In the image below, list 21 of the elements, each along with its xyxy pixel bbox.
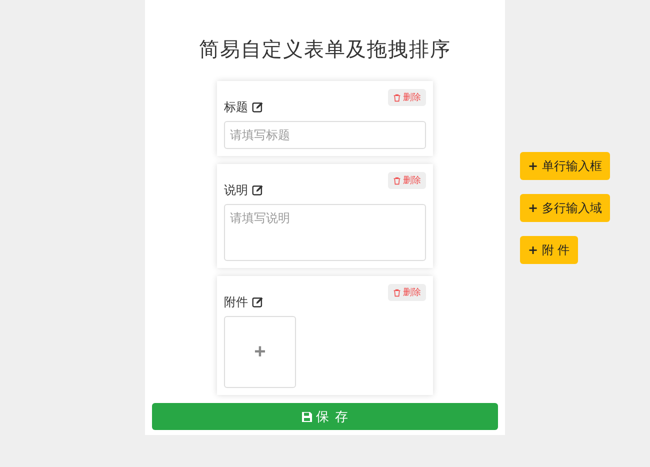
add-field-button[interactable]: + 多行输入域 bbox=[520, 194, 610, 222]
delete-button[interactable]: 删除 bbox=[388, 284, 426, 301]
trash-icon bbox=[393, 94, 401, 102]
edit-icon[interactable] bbox=[252, 296, 264, 308]
trash-icon bbox=[393, 288, 401, 296]
delete-button[interactable]: 删除 bbox=[388, 172, 426, 189]
edit-icon[interactable] bbox=[252, 101, 264, 113]
form-title: 简易自定义表单及拖拽排序 bbox=[199, 36, 451, 63]
field-label: 标题 bbox=[224, 98, 248, 116]
edit-icon[interactable] bbox=[252, 184, 264, 196]
add-field-button[interactable]: + 单行输入框 bbox=[520, 152, 610, 180]
trash-icon bbox=[393, 176, 401, 184]
add-field-button[interactable]: + 附 件 bbox=[520, 236, 578, 264]
save-button[interactable]: 保 存 bbox=[152, 403, 498, 430]
field-label: 附件 bbox=[224, 294, 248, 310]
title-input-field[interactable]: 请填写标题 bbox=[224, 121, 426, 149]
upload-button[interactable]: + bbox=[224, 316, 296, 388]
description-textarea[interactable]: 请填写说明 bbox=[224, 204, 426, 261]
save-icon bbox=[300, 410, 313, 422]
field-label: 说明 bbox=[224, 182, 248, 198]
delete-button[interactable]: 删除 bbox=[388, 89, 426, 106]
